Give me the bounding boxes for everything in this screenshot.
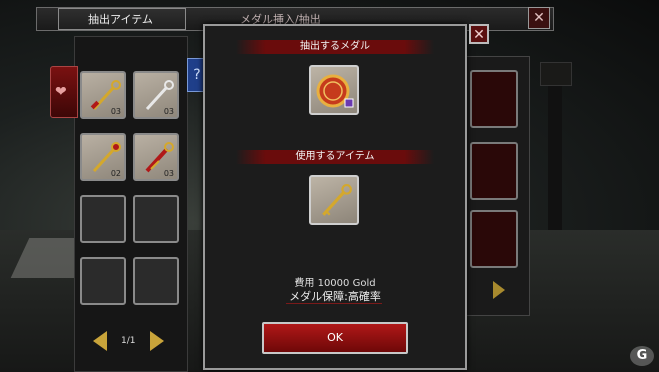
item-slot-8[interactable] <box>133 257 179 305</box>
page-indicator: 1/1 <box>121 336 136 346</box>
window-close-button[interactable]: ✕ <box>528 7 550 29</box>
item-slot-4[interactable]: 03 <box>133 133 179 181</box>
next-page-button[interactable] <box>150 331 164 351</box>
item-slot-2[interactable]: 03 <box>133 71 179 119</box>
item-count: 03 <box>163 169 174 178</box>
item-slot-5[interactable] <box>80 195 126 243</box>
background-lamp-head <box>540 62 572 86</box>
item-count: 02 <box>110 169 121 178</box>
site-logo: G <box>630 346 654 366</box>
extract-items-title: 抽出アイテム <box>88 13 153 26</box>
close-icon: ✕ <box>533 10 545 26</box>
medal-slot-3[interactable] <box>470 210 518 268</box>
medal-tab-icon: ❤ <box>55 84 67 100</box>
question-icon: ? <box>193 67 201 83</box>
item-count: 03 <box>163 107 174 116</box>
item-slot-7[interactable] <box>80 257 126 305</box>
medal-slot[interactable] <box>309 65 359 115</box>
item-slot-1[interactable]: 03 <box>80 71 126 119</box>
medal-icon <box>316 74 354 108</box>
medal-slot-1[interactable] <box>470 70 518 128</box>
background-lamp-post <box>548 70 562 230</box>
item-count: 03 <box>110 107 121 116</box>
item-slot-6[interactable] <box>133 195 179 243</box>
ok-button[interactable]: OK <box>262 322 408 354</box>
use-item-slot[interactable] <box>309 175 359 225</box>
cost-text: 費用 10000 Gold <box>294 278 376 289</box>
medal-section-header: 抽出するメダル <box>236 40 434 54</box>
item-slot-3[interactable]: 02 <box>80 133 126 181</box>
close-icon: ✕ <box>473 27 485 43</box>
divider <box>286 303 382 304</box>
prev-page-button[interactable] <box>93 331 107 351</box>
medal-slot-2[interactable] <box>470 142 518 200</box>
dialog-close-button[interactable]: ✕ <box>469 24 489 44</box>
medal-guarantee-text: メダル保障:高確率 <box>289 290 381 303</box>
key-icon <box>322 184 352 216</box>
medal-next-button[interactable] <box>493 281 505 299</box>
item-section-header: 使用するアイテム <box>236 150 434 164</box>
